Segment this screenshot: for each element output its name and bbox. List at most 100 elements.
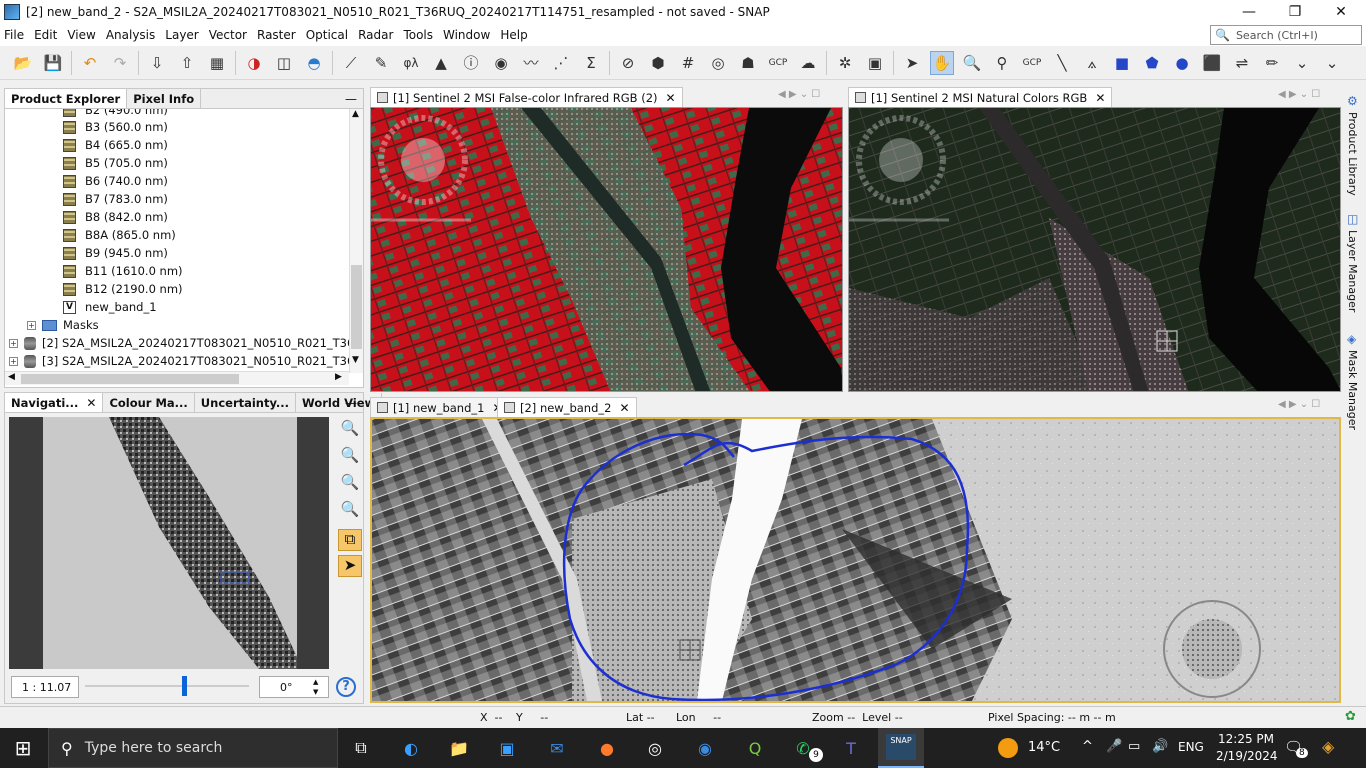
tray-chevron-icon[interactable]: ^ bbox=[1082, 739, 1093, 754]
cloud-icon[interactable]: ☁ bbox=[796, 51, 820, 75]
tab-nav-arrows-icon[interactable]: ◀ ▶ ⌄ ☐ bbox=[1278, 89, 1320, 100]
mail-icon[interactable]: ✉ bbox=[542, 733, 572, 763]
save-product-icon[interactable]: 💾 bbox=[41, 51, 65, 75]
scale-field[interactable]: 1 : 11.07 bbox=[11, 676, 79, 698]
tab-product-explorer[interactable]: Product Explorer bbox=[5, 89, 128, 108]
tree-band-b4[interactable]: B4 (665.0 nm) bbox=[63, 136, 168, 154]
scroll-up-icon[interactable]: ▲ bbox=[352, 109, 359, 119]
menu-optical[interactable]: Optical bbox=[302, 28, 352, 42]
expand-icon[interactable]: + bbox=[9, 356, 18, 366]
expand-icon[interactable]: + bbox=[9, 338, 18, 348]
polyline-drawing-icon[interactable]: ⟑ bbox=[1080, 51, 1104, 75]
menu-radar[interactable]: Radar bbox=[354, 28, 397, 42]
close-tab-icon[interactable]: ✕ bbox=[86, 396, 96, 410]
spectrum-icon[interactable]: 〰 bbox=[519, 51, 543, 75]
notifications-icon[interactable]: ✿ bbox=[1345, 709, 1356, 724]
tree-band-b7[interactable]: B7 (783.0 nm) bbox=[63, 190, 168, 208]
tree-band-b6[interactable]: B6 (740.0 nm) bbox=[63, 172, 168, 190]
layer-manager-tab[interactable]: Layer Manager bbox=[1346, 230, 1359, 312]
app-tray-icon[interactable]: ◈ bbox=[1322, 737, 1334, 756]
tree-band-b9[interactable]: B9 (945.0 nm) bbox=[63, 244, 168, 262]
search-input[interactable]: Search (Ctrl+I) bbox=[1236, 29, 1318, 42]
sum-icon[interactable]: Σ bbox=[579, 51, 603, 75]
close-tab-icon[interactable]: ✕ bbox=[666, 91, 676, 105]
pencil-icon[interactable]: ✏ bbox=[1260, 51, 1284, 75]
new-band-2-image-view[interactable] bbox=[370, 417, 1341, 703]
taskbar-search[interactable]: ⚲ Type here to search bbox=[48, 728, 338, 768]
tab-new-band-2[interactable]: [2] new_band_2 ✕ bbox=[497, 397, 637, 417]
zoom-tool-icon[interactable]: 🔍 bbox=[960, 51, 984, 75]
zoom-all-icon[interactable]: 🔍 bbox=[338, 500, 362, 522]
statistics-icon[interactable]: ◉ bbox=[489, 51, 513, 75]
zoom-pixel-icon[interactable]: 🔍 bbox=[338, 473, 362, 495]
histogram-icon[interactable]: ▲ bbox=[429, 51, 453, 75]
tab-false-color-view[interactable]: [1] Sentinel 2 MSI False-color Infrared … bbox=[370, 87, 683, 107]
language-indicator[interactable]: ENG bbox=[1178, 740, 1204, 754]
snap-taskbar-button[interactable]: SNAP bbox=[878, 728, 924, 768]
tab-nav-arrows-icon[interactable]: ◀ ▶ ⌄ ☐ bbox=[1278, 399, 1320, 410]
rotation-spinner-icon[interactable]: ▲ ▼ bbox=[313, 677, 318, 697]
export-icon[interactable]: ⇧ bbox=[175, 51, 199, 75]
tree-product-2[interactable]: + [2] S2A_MSIL2A_20240217T083021_N0510_R0… bbox=[9, 334, 349, 352]
clock-date[interactable]: 2/19/2024 bbox=[1216, 749, 1278, 763]
volume-icon[interactable]: 🔊 bbox=[1152, 739, 1168, 754]
scroll-down-icon[interactable]: ▼ bbox=[352, 355, 359, 365]
pin-manager-icon[interactable]: ☗ bbox=[736, 51, 760, 75]
tab-pixel-info[interactable]: Pixel Info bbox=[127, 89, 202, 108]
search-box[interactable]: 🔍 Search (Ctrl+I) bbox=[1210, 25, 1362, 45]
tree-band-new-band-1[interactable]: Vnew_band_1 bbox=[63, 298, 157, 316]
tab-new-band-1[interactable]: [1] new_band_1✕ bbox=[370, 397, 510, 417]
magic-wand-icon[interactable]: ⬛ bbox=[1200, 51, 1224, 75]
zoom-in-icon[interactable]: 🔍 bbox=[338, 419, 362, 441]
grid-icon[interactable]: # bbox=[676, 51, 700, 75]
product-library-tab[interactable]: Product Library bbox=[1346, 112, 1359, 196]
edge-icon[interactable]: ◐ bbox=[396, 733, 426, 763]
menu-window[interactable]: Window bbox=[439, 28, 494, 42]
tab-uncertainty[interactable]: Uncertainty... bbox=[195, 393, 297, 412]
qgis-icon[interactable]: Q bbox=[740, 733, 770, 763]
geo-coding-icon[interactable]: φλ bbox=[399, 51, 423, 75]
scrollbar-thumb[interactable] bbox=[21, 374, 239, 384]
file-explorer-icon[interactable]: 📁 bbox=[444, 733, 474, 763]
world-wind-icon[interactable]: ◓ bbox=[302, 51, 326, 75]
close-button[interactable]: ✕ bbox=[1318, 0, 1364, 24]
tab-colour-manipulation[interactable]: Colour Ma... bbox=[103, 393, 195, 412]
tab-nav-arrows-icon[interactable]: ◀ ▶ ⌄ ☐ bbox=[778, 89, 820, 100]
time-series-icon[interactable]: ⬢ bbox=[646, 51, 670, 75]
sync-views-icon[interactable]: ⊘ bbox=[616, 51, 640, 75]
windows-start-icon[interactable]: ⊞ bbox=[8, 733, 38, 763]
redo-icon[interactable]: ↷ bbox=[108, 51, 132, 75]
range-tool-icon[interactable]: ⇌ bbox=[1230, 51, 1254, 75]
menu-edit[interactable]: Edit bbox=[30, 28, 61, 42]
rotation-field[interactable]: 0° bbox=[259, 676, 329, 698]
information-icon[interactable]: ⓘ bbox=[459, 51, 483, 75]
tree-band-b5[interactable]: B5 (705.0 nm) bbox=[63, 154, 168, 172]
rectangle-drawing-icon[interactable]: ■ bbox=[1110, 51, 1134, 75]
network-icon[interactable]: ▭ bbox=[1128, 739, 1140, 754]
more-tools-chevron-icon[interactable]: ⌄ bbox=[1290, 51, 1314, 75]
rgb-image-icon[interactable]: ◑ bbox=[242, 51, 266, 75]
zoom-slider-thumb[interactable] bbox=[181, 676, 187, 696]
gcp-manager-icon[interactable]: GCP bbox=[766, 51, 790, 75]
pan-tool-icon[interactable]: ✋ bbox=[930, 50, 954, 75]
menu-tools[interactable]: Tools bbox=[399, 28, 437, 42]
task-view-icon[interactable]: ⧉ bbox=[346, 733, 376, 763]
tab-navigation[interactable]: Navigati... ✕ bbox=[5, 393, 104, 412]
weather-temperature[interactable]: 14°C bbox=[1028, 740, 1060, 755]
close-tab-icon[interactable]: ✕ bbox=[1095, 91, 1105, 105]
menu-file[interactable]: File bbox=[0, 28, 28, 42]
browser-icon[interactable]: ◉ bbox=[690, 733, 720, 763]
teams-icon[interactable]: T bbox=[836, 733, 866, 763]
scatter-plot-icon[interactable]: ⋰ bbox=[549, 51, 573, 75]
tree-band-b12[interactable]: B12 (2190.0 nm) bbox=[63, 280, 183, 298]
pin-placing-icon[interactable]: ⚲ bbox=[990, 51, 1014, 75]
minimize-panel-icon[interactable]: — bbox=[345, 396, 357, 410]
line-drawing-icon[interactable]: ╲ bbox=[1050, 51, 1074, 75]
microphone-icon[interactable]: 🎤 bbox=[1106, 739, 1122, 754]
menu-analysis[interactable]: Analysis bbox=[102, 28, 159, 42]
minimize-panel-icon[interactable]: — bbox=[345, 92, 357, 106]
help-icon[interactable]: ? bbox=[336, 677, 356, 697]
tree-band-b3[interactable]: B3 (560.0 nm) bbox=[63, 118, 168, 136]
sync-cursor-button[interactable]: ➤ bbox=[338, 555, 362, 577]
layers-icon[interactable]: ◫ bbox=[272, 51, 296, 75]
